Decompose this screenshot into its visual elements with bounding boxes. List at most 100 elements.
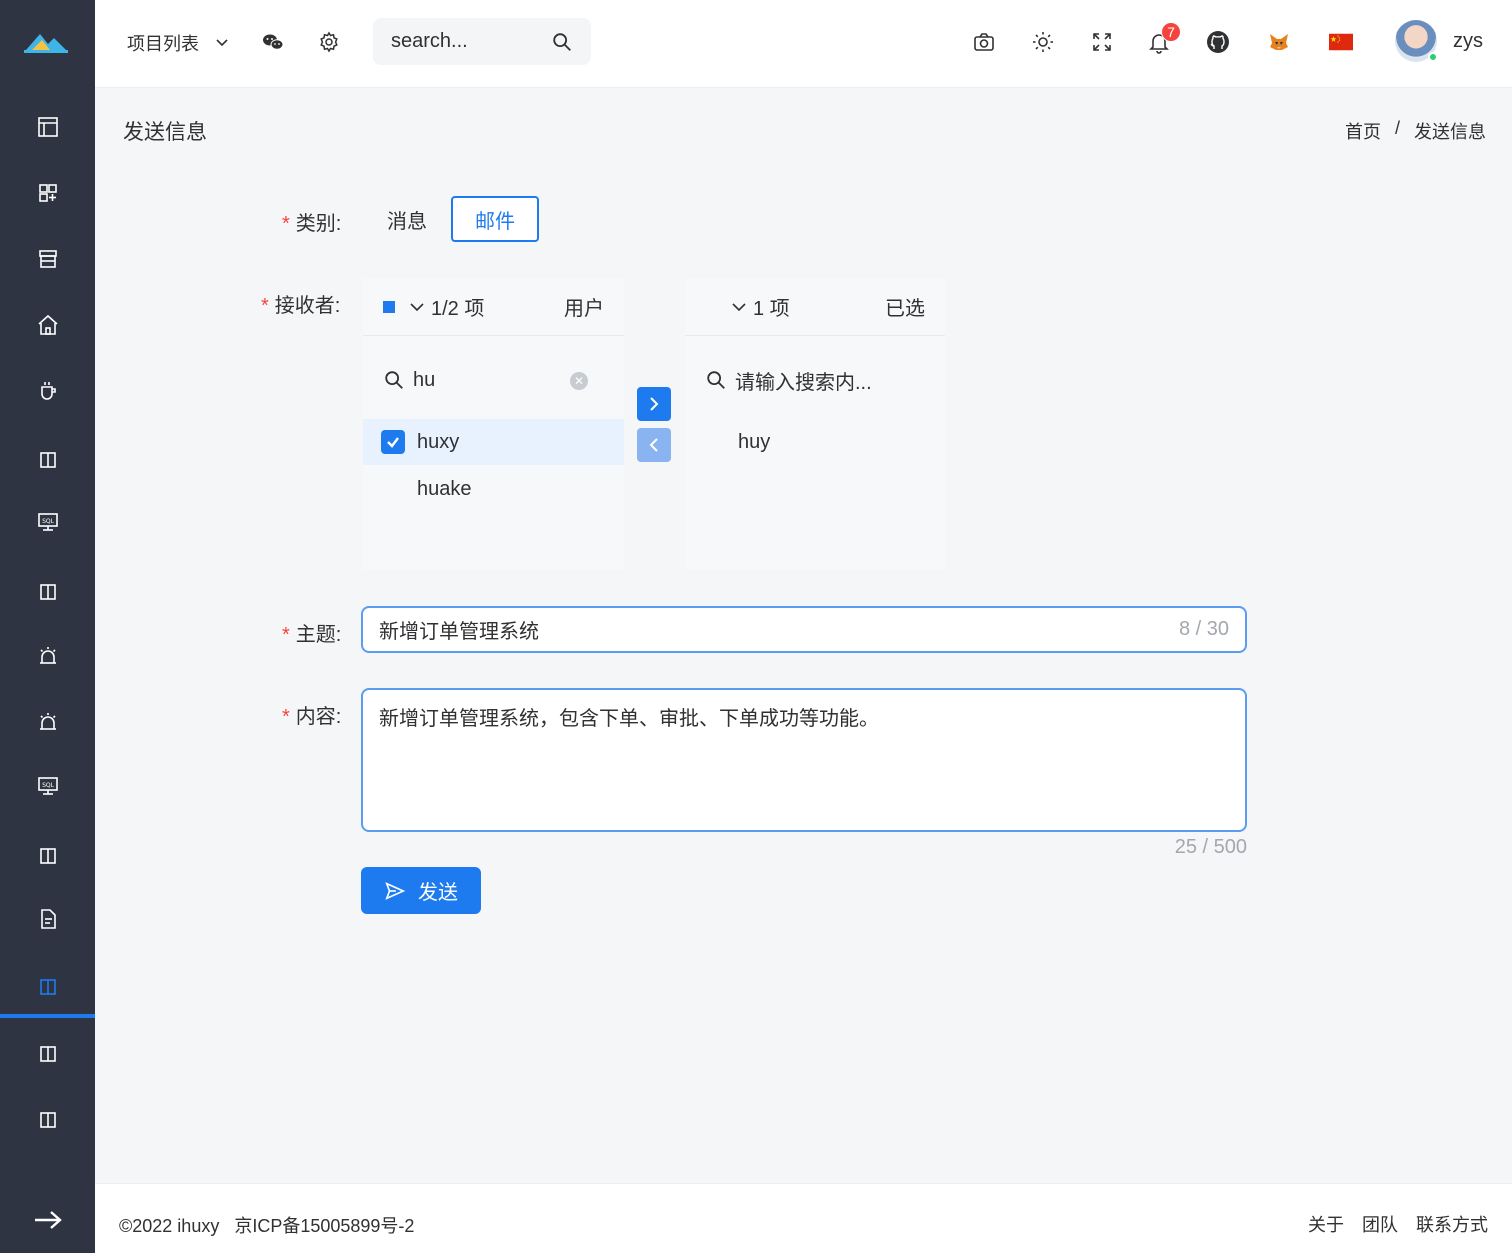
chevron-down-icon[interactable] — [731, 301, 747, 313]
list-item[interactable]: huxy — [363, 419, 624, 465]
online-status-dot — [1428, 52, 1438, 62]
checkbox-unchecked[interactable] — [381, 477, 405, 501]
sidebar-item-panel-5[interactable] — [0, 1095, 95, 1145]
target-count: 1 项 — [753, 298, 790, 320]
list-item-label: huxy — [417, 430, 460, 453]
chevron-left-icon — [649, 438, 658, 452]
sidebar-item-shop[interactable] — [0, 234, 95, 284]
fullscreen-icon — [1093, 33, 1111, 51]
search-input[interactable] — [391, 30, 541, 53]
category-label: * 类别: — [282, 213, 342, 235]
sidebar-item-panel-active[interactable] — [0, 962, 95, 1018]
source-count: 1/2 项 — [431, 298, 485, 320]
sidebar-item-panel-4[interactable] — [0, 1029, 95, 1079]
footer-link-contact[interactable]: 联系方式 — [1416, 1211, 1488, 1237]
settings-button[interactable] — [311, 24, 347, 60]
footer: ©2022 ihuxy 京ICP备15005899号-2 关于 团队 联系方式 — [95, 1183, 1512, 1253]
footer-link-about[interactable]: 关于 — [1308, 1211, 1344, 1237]
header-search[interactable] — [373, 18, 591, 65]
transfer-right-button[interactable] — [637, 387, 671, 421]
fullscreen-button[interactable] — [1084, 24, 1120, 60]
breadcrumb-separator: / — [1394, 118, 1400, 138]
transfer-left-button[interactable] — [637, 428, 671, 462]
source-title: 用户 — [564, 298, 604, 320]
sidebar-item-coffee[interactable] — [0, 366, 95, 416]
source-search[interactable]: hu — [383, 358, 435, 402]
select-all-checkbox[interactable] — [705, 300, 719, 314]
sun-icon — [1033, 32, 1053, 52]
sidebar-item-apps[interactable] — [0, 168, 95, 218]
search-icon — [385, 371, 403, 389]
panel-icon — [39, 848, 56, 864]
target-search-placeholder[interactable]: 请输入搜索内... — [735, 366, 872, 395]
theme-toggle-button[interactable] — [1025, 24, 1061, 60]
sql-icon: SQL — [37, 777, 58, 795]
sidebar: SQL SQL — [0, 0, 95, 1253]
sql-icon: SQL — [37, 513, 58, 531]
wechat-button[interactable] — [255, 24, 291, 60]
list-item[interactable]: huake — [363, 466, 624, 512]
footer-link-team[interactable]: 团队 — [1362, 1211, 1398, 1237]
checkbox-checked[interactable] — [381, 430, 405, 454]
source-panel-header: 1/2 项 用户 — [363, 278, 624, 336]
clear-search-icon[interactable]: ✕ — [570, 372, 588, 390]
target-title: 已选 — [885, 298, 925, 320]
sidebar-item-alarm-1[interactable] — [0, 631, 95, 681]
footer-icp[interactable]: 京ICP备15005899号-2 — [234, 1216, 414, 1236]
sidebar-item-sql-2[interactable]: SQL — [0, 761, 95, 811]
sidebar-item-document[interactable] — [0, 894, 95, 944]
subject-counter: 8 / 30 — [1178, 618, 1229, 640]
subject-label: * 主题: — [282, 624, 342, 646]
metamask-button[interactable] — [1261, 24, 1297, 60]
sidebar-toggle-button[interactable] — [28, 1200, 68, 1240]
top-header: 项目列表 7 zys — [95, 0, 1512, 88]
chevron-right-icon — [650, 397, 659, 411]
sidebar-item-panel-1[interactable] — [0, 435, 95, 485]
source-search-value[interactable]: hu — [413, 369, 435, 392]
search-icon — [707, 371, 725, 389]
chevron-down-icon[interactable] — [409, 301, 425, 313]
content-textarea[interactable]: 新增订单管理系统，包含下单、审批、下单成功等功能。 — [361, 688, 1247, 832]
camera-icon — [974, 33, 994, 51]
sidebar-item-panel-3[interactable] — [0, 831, 95, 881]
language-button[interactable] — [1323, 24, 1359, 60]
check-icon — [387, 437, 399, 448]
screenshot-button[interactable] — [966, 24, 1002, 60]
receiver-label: * 接收者: — [261, 295, 341, 317]
panel-icon — [39, 979, 56, 995]
alarm-icon — [39, 713, 56, 730]
transfer-target-panel: 1 项 已选 请输入搜索内... huy — [685, 278, 945, 570]
select-all-checkbox[interactable] — [383, 300, 395, 313]
shop-icon — [38, 250, 57, 268]
coffee-icon — [40, 382, 56, 400]
sidebar-item-sql-1[interactable]: SQL — [0, 497, 95, 547]
sidebar-item-home[interactable] — [0, 300, 95, 350]
content-counter: 25 / 500 — [1174, 836, 1247, 858]
sidebar-item-alarm-2[interactable] — [0, 697, 95, 747]
project-select[interactable]: 项目列表 — [127, 28, 229, 58]
breadcrumb-home[interactable]: 首页 — [1345, 118, 1381, 144]
username[interactable]: zys — [1453, 30, 1483, 53]
breadcrumb-current: 发送信息 — [1414, 122, 1486, 142]
china-flag-icon — [1329, 33, 1353, 51]
gear-icon — [320, 31, 338, 53]
chevron-down-icon — [216, 39, 228, 47]
category-option-message[interactable]: 消息 — [363, 196, 451, 242]
sidebar-item-panel-2[interactable] — [0, 567, 95, 617]
subject-value[interactable]: 新增订单管理系统 — [379, 615, 539, 644]
list-item[interactable]: huy — [685, 419, 945, 465]
sidebar-item-layout[interactable] — [0, 102, 95, 152]
category-option-email[interactable]: 邮件 — [451, 196, 539, 242]
notifications-button[interactable]: 7 — [1141, 22, 1181, 60]
content-value[interactable]: 新增订单管理系统，包含下单、审批、下单成功等功能。 — [379, 708, 879, 730]
notification-badge: 7 — [1161, 22, 1181, 42]
breadcrumb: 首页 / 发送信息 — [1345, 118, 1486, 144]
subject-input[interactable]: 新增订单管理系统 8 / 30 — [361, 606, 1247, 653]
github-button[interactable] — [1200, 24, 1236, 60]
arrow-right-icon — [35, 1211, 62, 1229]
send-button[interactable]: 发送 — [361, 867, 481, 914]
app-logo[interactable] — [22, 28, 70, 58]
target-search[interactable]: 请输入搜索内... — [705, 358, 872, 402]
svg-text:SQL: SQL — [42, 782, 55, 789]
footer-copyright: ©2022 ihuxy 京ICP备15005899号-2 — [119, 1216, 415, 1236]
